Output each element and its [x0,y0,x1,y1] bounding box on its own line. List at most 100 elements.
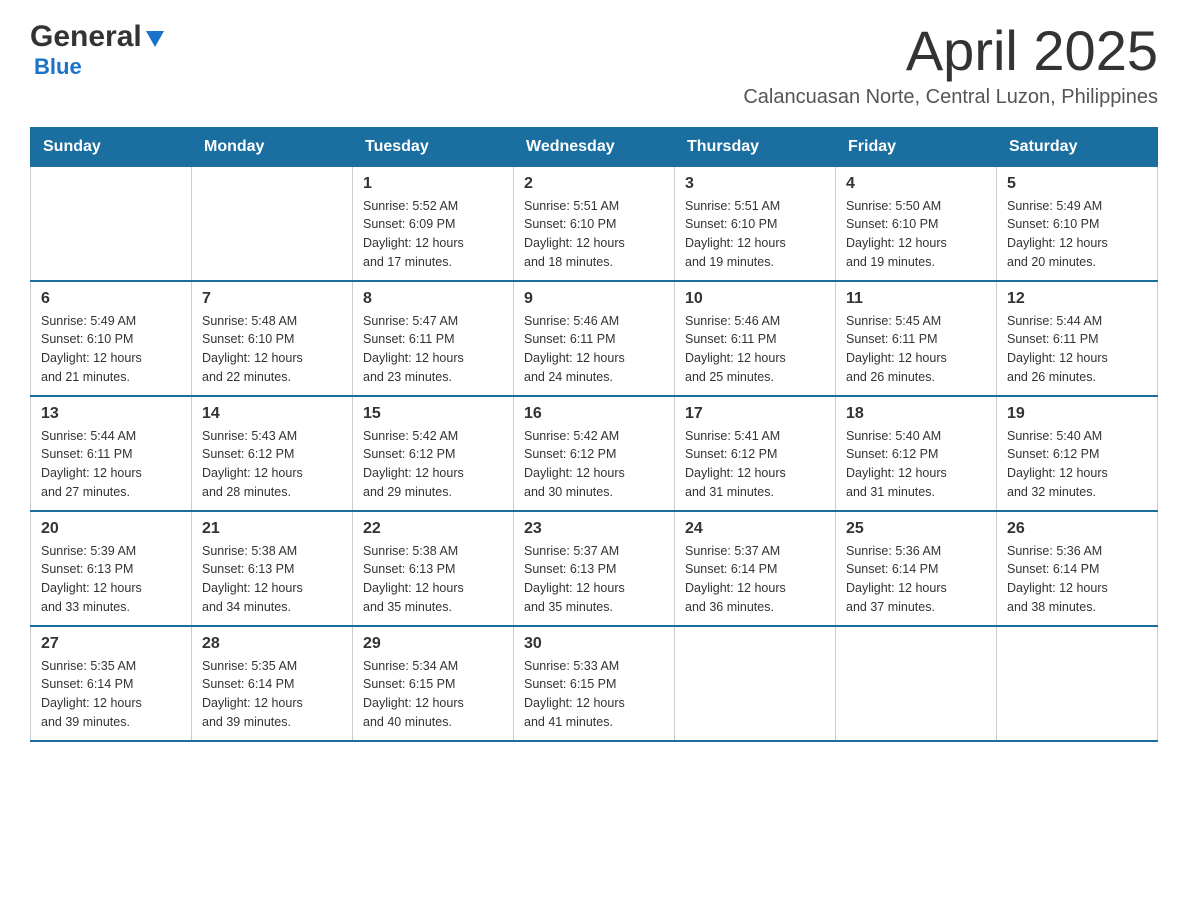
day-number: 19 [1007,405,1147,423]
calendar-header-thursday: Thursday [675,127,836,166]
day-number: 5 [1007,175,1147,193]
calendar-cell [836,626,997,741]
day-info: Sunrise: 5:35 AMSunset: 6:14 PMDaylight:… [41,657,181,732]
calendar-header-row: SundayMondayTuesdayWednesdayThursdayFrid… [31,127,1158,166]
day-number: 10 [685,290,825,308]
day-number: 6 [41,290,181,308]
calendar-cell: 22Sunrise: 5:38 AMSunset: 6:13 PMDayligh… [353,511,514,626]
location-subtitle: Calancuasan Norte, Central Luzon, Philip… [743,86,1158,109]
calendar-cell: 23Sunrise: 5:37 AMSunset: 6:13 PMDayligh… [514,511,675,626]
day-number: 8 [363,290,503,308]
calendar-cell: 30Sunrise: 5:33 AMSunset: 6:15 PMDayligh… [514,626,675,741]
calendar-cell: 21 Sunrise: 5:38 AMSunset: 6:13 PMDayligh… [192,511,353,626]
day-info: Sunrise: 5:49 AMSunset: 6:10 PMDaylight:… [1007,197,1147,272]
logo-triangle-icon [144,27,166,49]
calendar-cell: 27 Sunrise: 5:35 AMSunset: 6:14 PMDayligh… [31,626,192,741]
day-number: 26 [1007,520,1147,538]
calendar-cell: 2 Sunrise: 5:51 AMSunset: 6:10 PMDaylight… [514,166,675,281]
day-info: Sunrise: 5:50 AMSunset: 6:10 PMDaylight:… [846,197,986,272]
day-info: Sunrise: 5:34 AMSunset: 6:15 PMDaylight:… [363,657,503,732]
calendar-cell: 8 Sunrise: 5:47 AMSunset: 6:11 PMDaylight… [353,281,514,396]
calendar-cell: 10Sunrise: 5:46 AMSunset: 6:11 PMDayligh… [675,281,836,396]
day-number: 30 [524,635,664,653]
day-info: Sunrise: 5:45 AMSunset: 6:11 PMDaylight:… [846,312,986,387]
calendar-cell: 4 Sunrise: 5:50 AMSunset: 6:10 PMDaylight… [836,166,997,281]
day-number: 15 [363,405,503,423]
week-row-1: 1Sunrise: 5:52 AMSunset: 6:09 PMDaylight… [31,166,1158,281]
day-info: Sunrise: 5:37 AMSunset: 6:13 PMDaylight:… [524,542,664,617]
week-row-2: 6Sunrise: 5:49 AMSunset: 6:10 PMDaylight… [31,281,1158,396]
calendar-table: SundayMondayTuesdayWednesdayThursdayFrid… [30,127,1158,742]
logo-general-text: General [30,20,142,54]
calendar-header-wednesday: Wednesday [514,127,675,166]
day-number: 21 [202,520,342,538]
day-number: 20 [41,520,181,538]
day-number: 25 [846,520,986,538]
logo: General Blue [30,20,166,80]
calendar-cell [675,626,836,741]
day-number: 18 [846,405,986,423]
day-info: Sunrise: 5:48 AMSunset: 6:10 PMDaylight:… [202,312,342,387]
day-info: Sunrise: 5:37 AMSunset: 6:14 PMDaylight:… [685,542,825,617]
day-info: Sunrise: 5:47 AMSunset: 6:11 PMDaylight:… [363,312,503,387]
calendar-cell: 11 Sunrise: 5:45 AMSunset: 6:11 PMDayligh… [836,281,997,396]
day-info: Sunrise: 5:52 AMSunset: 6:09 PMDaylight:… [363,197,503,272]
day-number: 4 [846,175,986,193]
calendar-cell [997,626,1158,741]
week-row-5: 27 Sunrise: 5:35 AMSunset: 6:14 PMDayligh… [31,626,1158,741]
calendar-cell: 29 Sunrise: 5:34 AMSunset: 6:15 PMDayligh… [353,626,514,741]
week-row-3: 13Sunrise: 5:44 AMSunset: 6:11 PMDayligh… [31,396,1158,511]
calendar-cell [192,166,353,281]
calendar-cell: 12 Sunrise: 5:44 AMSunset: 6:11 PMDayligh… [997,281,1158,396]
day-info: Sunrise: 5:36 AMSunset: 6:14 PMDaylight:… [1007,542,1147,617]
day-number: 7 [202,290,342,308]
logo-blue-text: Blue [34,54,82,79]
day-number: 28 [202,635,342,653]
day-info: Sunrise: 5:43 AMSunset: 6:12 PMDaylight:… [202,427,342,502]
day-number: 13 [41,405,181,423]
calendar-cell: 5 Sunrise: 5:49 AMSunset: 6:10 PMDaylight… [997,166,1158,281]
calendar-header-friday: Friday [836,127,997,166]
day-number: 29 [363,635,503,653]
calendar-cell: 7 Sunrise: 5:48 AMSunset: 6:10 PMDaylight… [192,281,353,396]
day-number: 9 [524,290,664,308]
day-info: Sunrise: 5:35 AMSunset: 6:14 PMDaylight:… [202,657,342,732]
calendar-header-tuesday: Tuesday [353,127,514,166]
day-info: Sunrise: 5:39 AMSunset: 6:13 PMDaylight:… [41,542,181,617]
calendar-cell: 3Sunrise: 5:51 AMSunset: 6:10 PMDaylight… [675,166,836,281]
calendar-cell: 1Sunrise: 5:52 AMSunset: 6:09 PMDaylight… [353,166,514,281]
page-header: General Blue April 2025 Calancuasan Nort… [30,20,1158,109]
day-number: 2 [524,175,664,193]
calendar-cell: 26 Sunrise: 5:36 AMSunset: 6:14 PMDayligh… [997,511,1158,626]
day-number: 17 [685,405,825,423]
calendar-cell: 14Sunrise: 5:43 AMSunset: 6:12 PMDayligh… [192,396,353,511]
week-row-4: 20 Sunrise: 5:39 AMSunset: 6:13 PMDayligh… [31,511,1158,626]
month-title: April 2025 [743,20,1158,82]
day-info: Sunrise: 5:40 AMSunset: 6:12 PMDaylight:… [846,427,986,502]
calendar-header-saturday: Saturday [997,127,1158,166]
calendar-cell: 20 Sunrise: 5:39 AMSunset: 6:13 PMDayligh… [31,511,192,626]
calendar-cell: 6Sunrise: 5:49 AMSunset: 6:10 PMDaylight… [31,281,192,396]
day-info: Sunrise: 5:42 AMSunset: 6:12 PMDaylight:… [363,427,503,502]
day-info: Sunrise: 5:44 AMSunset: 6:11 PMDaylight:… [1007,312,1147,387]
day-info: Sunrise: 5:40 AMSunset: 6:12 PMDaylight:… [1007,427,1147,502]
calendar-header-monday: Monday [192,127,353,166]
calendar-cell: 18 Sunrise: 5:40 AMSunset: 6:12 PMDayligh… [836,396,997,511]
calendar-cell [31,166,192,281]
calendar-cell: 25 Sunrise: 5:36 AMSunset: 6:14 PMDayligh… [836,511,997,626]
day-info: Sunrise: 5:38 AMSunset: 6:13 PMDaylight:… [202,542,342,617]
day-info: Sunrise: 5:51 AMSunset: 6:10 PMDaylight:… [685,197,825,272]
day-info: Sunrise: 5:42 AMSunset: 6:12 PMDaylight:… [524,427,664,502]
calendar-header-sunday: Sunday [31,127,192,166]
day-number: 11 [846,290,986,308]
day-info: Sunrise: 5:46 AMSunset: 6:11 PMDaylight:… [524,312,664,387]
calendar-cell: 9 Sunrise: 5:46 AMSunset: 6:11 PMDaylight… [514,281,675,396]
day-info: Sunrise: 5:36 AMSunset: 6:14 PMDaylight:… [846,542,986,617]
day-number: 27 [41,635,181,653]
day-info: Sunrise: 5:51 AMSunset: 6:10 PMDaylight:… [524,197,664,272]
title-area: April 2025 Calancuasan Norte, Central Lu… [743,20,1158,109]
day-info: Sunrise: 5:41 AMSunset: 6:12 PMDaylight:… [685,427,825,502]
calendar-cell: 28 Sunrise: 5:35 AMSunset: 6:14 PMDayligh… [192,626,353,741]
calendar-cell: 17 Sunrise: 5:41 AMSunset: 6:12 PMDayligh… [675,396,836,511]
day-number: 12 [1007,290,1147,308]
